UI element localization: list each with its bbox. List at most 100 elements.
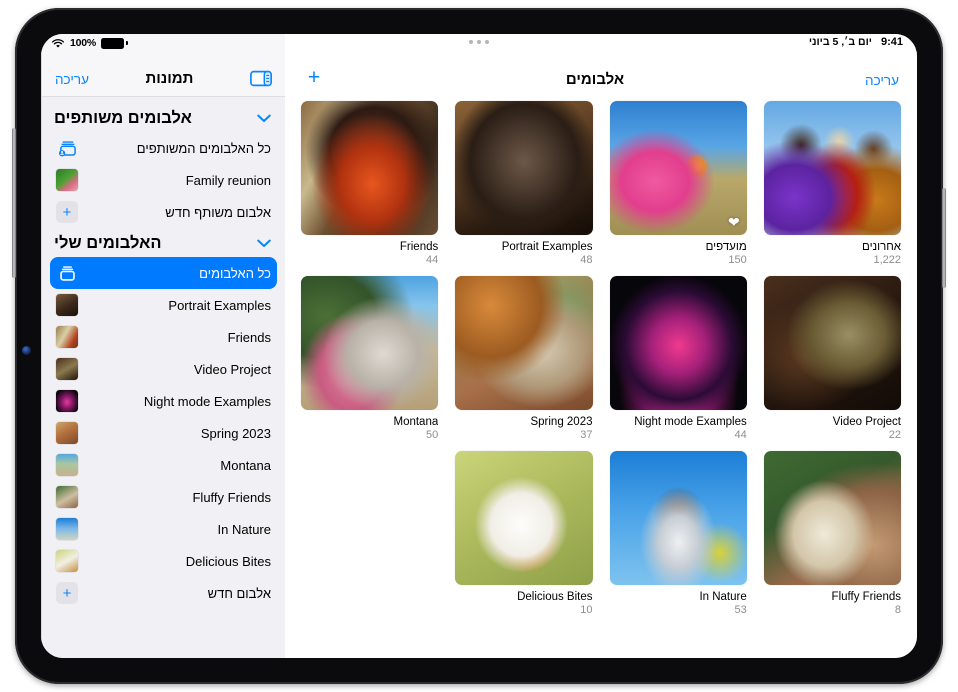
album-cell[interactable]: Fluffy Friends 8 (763, 451, 901, 626)
album-count: 1,222 (873, 254, 901, 267)
album-cell[interactable]: Portrait Examples 48 (455, 101, 593, 276)
album-thumbnail (56, 358, 78, 380)
album-cell[interactable]: Night mode Examples 44 (609, 276, 747, 451)
album-count: 8 (894, 604, 901, 617)
page-title: אלבומים (565, 71, 625, 88)
album-meta: Delicious Bites 10 (455, 585, 592, 618)
album-name: Night mode Examples (634, 416, 747, 428)
album-thumbnail (56, 294, 78, 316)
sidebar-section-title: האלבומים שלי (54, 234, 162, 252)
sidebar-item-video-project[interactable]: Video Project (50, 353, 277, 385)
sidebar-section-title: אלבומים משותפים (54, 109, 192, 127)
sidebar-item-family-reunion[interactable]: Family reunion (50, 164, 277, 196)
album-name: Portrait Examples (501, 241, 593, 253)
sidebar-item-label: Portrait Examples (168, 297, 271, 313)
chevron-down-icon[interactable] (257, 114, 271, 123)
sidebar-item-fluffy-friends[interactable]: Fluffy Friends (50, 481, 277, 513)
home-indicator[interactable] (363, 673, 595, 677)
device-side-highlight-right (942, 188, 946, 288)
heart-icon: ❤ (728, 214, 740, 230)
sidebar-item-montana[interactable]: Montana (50, 449, 277, 481)
album-thumbnail (56, 454, 78, 476)
album-cell[interactable]: Friends 44 (301, 101, 439, 276)
device-side-highlight-left (12, 128, 16, 278)
albums-grid[interactable]: Friends 44 Portrait Examples 48 ❤ מועדפים 150 א… (285, 97, 917, 658)
album-meta: Fluffy Friends 8 (764, 585, 901, 618)
sidebar-item-friends[interactable]: Friends (50, 321, 277, 353)
sidebar-section-header[interactable]: אלבומים משותפים (50, 103, 277, 132)
sidebar-edit-button[interactable]: עריכה (55, 72, 89, 87)
sidebar-toggle-icon[interactable] (250, 70, 272, 87)
album-meta: Portrait Examples 48 (455, 235, 593, 268)
album-name: אחרונים (862, 241, 901, 253)
plus-icon[interactable]: + (56, 201, 78, 223)
album-thumbnail (56, 518, 78, 540)
dot (477, 40, 481, 44)
sidebar-item-label: Delicious Bites (185, 553, 271, 569)
sidebar-item-[interactable]: כל האלבומים המשותפים (50, 132, 277, 164)
sidebar-item-label: Fluffy Friends (192, 489, 271, 505)
sidebar-item-[interactable]: + אלבום חדש (50, 577, 277, 609)
album-count: 44 (426, 254, 439, 267)
sidebar-item-[interactable]: כל האלבומים (50, 257, 277, 289)
sidebar-item-label: Montana (220, 457, 271, 473)
album-thumbnail[interactable] (455, 276, 593, 410)
sidebar-item-night-mode-examples[interactable]: Night mode Examples (50, 385, 277, 417)
album-thumbnail[interactable] (763, 451, 901, 585)
plus-icon[interactable]: + (56, 582, 78, 604)
album-thumbnail (56, 169, 78, 191)
album-name: Friends (399, 241, 439, 253)
sidebar-title: תמונות (145, 70, 194, 87)
sidebar-item-portrait-examples[interactable]: Portrait Examples (50, 289, 277, 321)
albums-stack-icon (56, 262, 78, 284)
album-cell[interactable]: In Nature 53 (609, 451, 747, 626)
chevron-down-icon[interactable] (257, 239, 271, 248)
sidebar-list[interactable]: אלבומים משותפים כל האלבומים המשותפים Famil… (42, 97, 285, 658)
album-thumbnail (56, 326, 78, 348)
album-name: Spring 2023 (530, 416, 593, 428)
album-meta: Friends 44 (301, 235, 438, 268)
album-thumbnail[interactable] (763, 276, 901, 410)
album-cell[interactable]: Video Project 22 (763, 276, 901, 451)
album-count: 150 (728, 254, 747, 267)
sidebar-item-label: אלבום חדש (207, 585, 271, 601)
album-cell[interactable]: Spring 2023 37 (455, 276, 593, 451)
album-cell[interactable]: אחרונים 1,222 (763, 101, 901, 276)
album-meta: Video Project 22 (764, 410, 901, 443)
sidebar-item-label: Video Project (193, 361, 271, 377)
sidebar-item-[interactable]: + אלבום משותף חדש (50, 196, 277, 228)
shared-albums-icon (56, 137, 78, 159)
album-name: Montana (393, 416, 439, 428)
album-thumbnail[interactable] (609, 451, 747, 585)
album-thumbnail[interactable] (301, 101, 439, 235)
dot (469, 40, 473, 44)
album-count: 48 (580, 254, 593, 267)
album-thumbnail[interactable] (455, 101, 593, 235)
album-thumbnail[interactable] (301, 276, 439, 410)
sidebar-header: תמונות עריכה (42, 34, 285, 97)
sidebar-section-header[interactable]: האלבומים שלי (50, 228, 277, 257)
album-meta: Montana 50 (301, 410, 438, 443)
multitasking-controls-button[interactable] (469, 40, 489, 44)
album-thumbnail (56, 486, 78, 508)
album-thumbnail[interactable]: ❤ (609, 101, 747, 235)
main-edit-button[interactable]: עריכה (865, 73, 899, 88)
plus-icon[interactable]: + (303, 67, 325, 88)
dot (485, 40, 489, 44)
album-cell[interactable]: ❤ מועדפים 150 (609, 101, 747, 276)
album-thumbnail[interactable] (455, 451, 593, 585)
album-name: Video Project (832, 416, 901, 428)
album-cell[interactable]: Delicious Bites 10 (455, 451, 593, 626)
sidebar-item-label: Friends (227, 329, 271, 345)
sidebar-item-label: Spring 2023 (200, 425, 271, 441)
album-count: 37 (580, 429, 593, 442)
album-thumbnail (56, 550, 78, 572)
sidebar-item-delicious-bites[interactable]: Delicious Bites (50, 545, 277, 577)
album-thumbnail[interactable] (609, 276, 747, 410)
sidebar-item-spring-2023[interactable]: Spring 2023 (50, 417, 277, 449)
album-cell[interactable]: Montana 50 (301, 276, 439, 451)
sidebar-item-label: כל האלבומים המשותפים (136, 140, 271, 156)
ipad-device-frame: 100% 9:41 יום ב׳, 5 ביוני תמונות עריכה א… (12, 8, 946, 684)
album-thumbnail[interactable] (763, 101, 901, 235)
sidebar-item-in-nature[interactable]: In Nature (50, 513, 277, 545)
